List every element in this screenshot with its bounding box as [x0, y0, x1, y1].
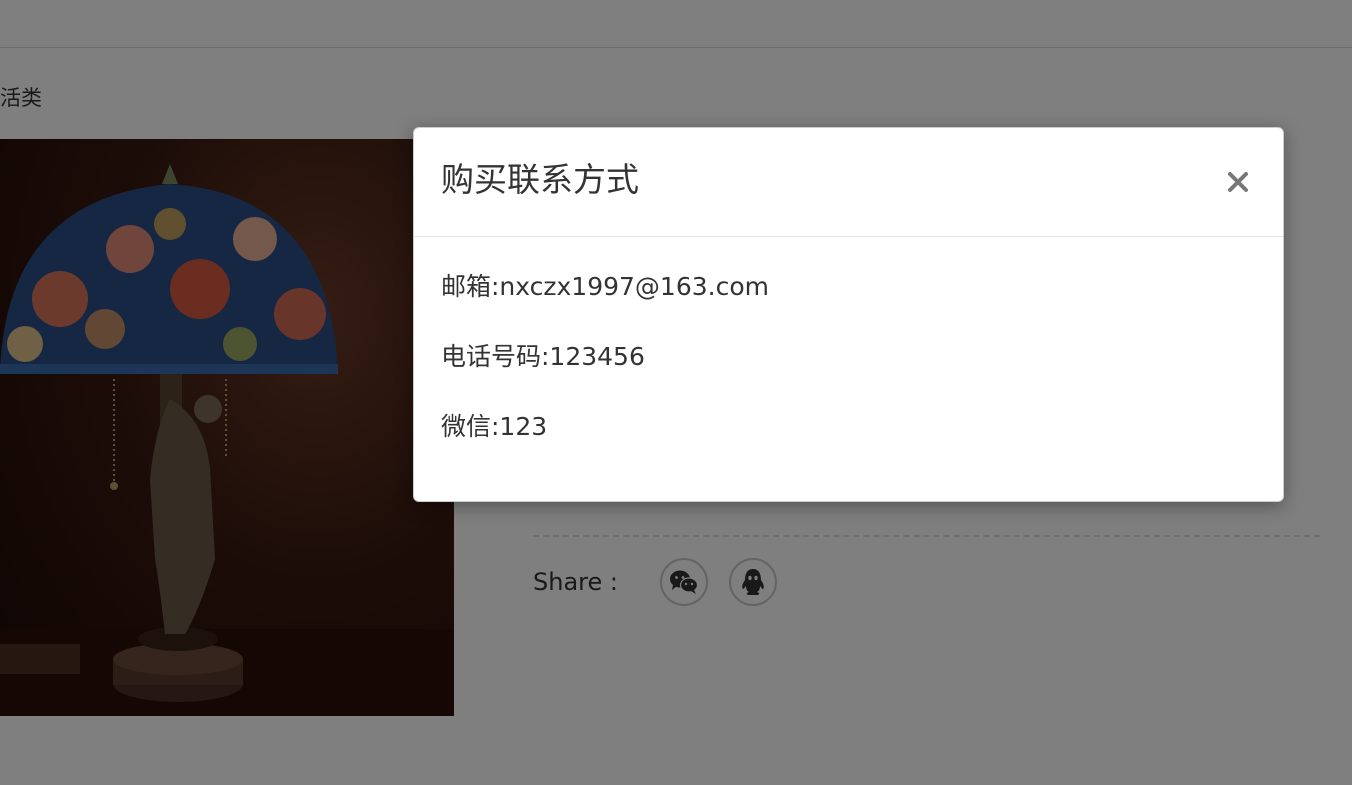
contact-wechat: 微信:123 [441, 412, 548, 441]
modal-header: 购买联系方式 [414, 128, 1283, 237]
modal-title: 购买联系方式 [441, 160, 639, 199]
close-icon [1228, 172, 1248, 192]
contact-phone: 电话号码:123456 [441, 342, 645, 371]
modal-body: 邮箱:nxczx1997@163.com 电话号码:123456 微信:123 [441, 271, 769, 481]
contact-email: 邮箱:nxczx1997@163.com [441, 272, 769, 301]
contact-modal: 购买联系方式 邮箱:nxczx1997@163.com 电话号码:123456 … [413, 127, 1284, 502]
modal-close-button[interactable] [1223, 164, 1253, 200]
